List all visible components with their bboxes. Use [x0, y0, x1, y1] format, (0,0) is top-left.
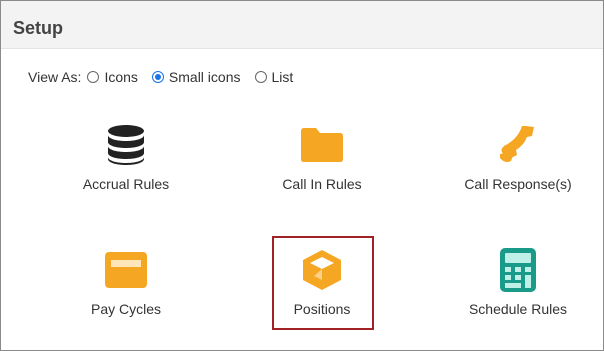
tile-pay-cycles[interactable]: Pay Cycles: [26, 246, 226, 346]
calculator-icon: [500, 248, 536, 292]
tile-label: Schedule Rules: [468, 301, 568, 317]
radio-small-icons-label: Small icons: [168, 69, 241, 85]
view-as-small-icons-option[interactable]: Small icons: [151, 69, 241, 85]
tile-call-responses[interactable]: Call Response(s): [418, 121, 604, 221]
tile-schedule-rules[interactable]: Schedule Rules: [418, 246, 604, 346]
tile-label: Accrual Rules: [82, 176, 170, 192]
view-as-icons-option[interactable]: Icons: [87, 69, 138, 85]
tile-accrual-rules[interactable]: Accrual Rules: [26, 121, 226, 221]
panel-header: Setup: [1, 1, 603, 49]
tile-label: Pay Cycles: [90, 301, 162, 317]
phone-icon: [500, 126, 534, 162]
view-as-label: View As:: [28, 69, 82, 85]
database-icon: [108, 125, 144, 165]
radio-list-label: List: [271, 69, 294, 85]
radio-small-icons[interactable]: [151, 71, 164, 83]
tile-label: Call In Rules: [282, 176, 362, 192]
setup-panel: Setup View As: Icons Small icons List Ac…: [0, 0, 604, 351]
folder-icon: [301, 128, 343, 162]
view-as-list-option[interactable]: List: [254, 69, 294, 85]
page-title: Setup: [13, 18, 64, 38]
radio-icons-label: Icons: [104, 69, 138, 85]
radio-list[interactable]: [254, 71, 267, 83]
tile-label: Call Response(s): [464, 176, 572, 192]
tile-call-in-rules[interactable]: Call In Rules: [222, 121, 422, 221]
radio-icons[interactable]: [87, 71, 100, 83]
view-as-control: View As: Icons Small icons List: [28, 69, 307, 85]
credit-card-icon: [105, 252, 147, 288]
selection-highlight: [272, 236, 374, 330]
